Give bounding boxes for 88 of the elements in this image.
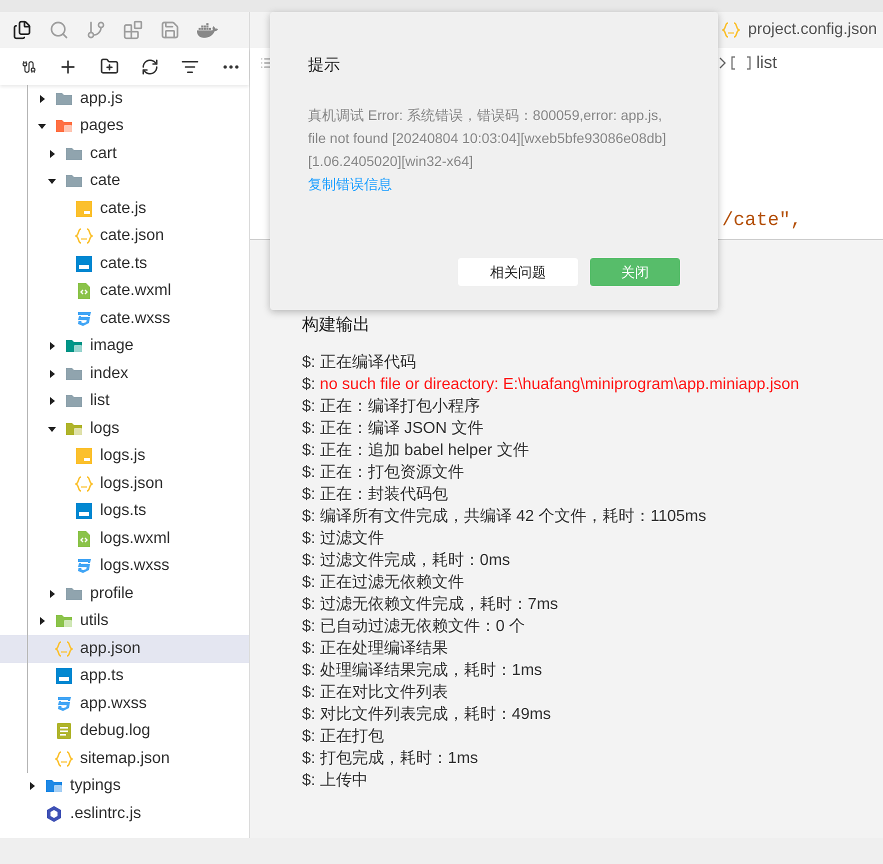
braces-icon	[75, 474, 93, 493]
js-file-icon	[75, 447, 93, 466]
file-tree-item[interactable]: image	[0, 332, 249, 360]
caret-down-icon	[48, 424, 56, 433]
file-tree-item[interactable]: logs.json	[0, 470, 249, 498]
log-line: $: 上传中	[302, 770, 369, 790]
breadcrumb-item[interactable]: list	[756, 50, 777, 76]
caret-right-icon	[48, 397, 56, 406]
caret-right-icon	[48, 370, 56, 378]
file-tree-item[interactable]: cate.wxml	[0, 278, 249, 305]
log-line: $: 打包完成，耗时：1ms	[302, 748, 480, 768]
log-line: $: 正在：追加 babel helper 文件	[302, 440, 530, 460]
log-line: $: 编译所有文件完成，共编译 42 个文件，耗时：1105ms	[302, 506, 708, 526]
caret-right-icon	[38, 94, 46, 103]
caret-right-icon	[38, 617, 46, 626]
log-line: $: 正在过滤无依赖文件	[302, 572, 465, 592]
file-tree-item[interactable]: utils	[0, 608, 249, 635]
related-issues-button[interactable]: 相关问题	[458, 258, 578, 286]
css-icon	[75, 310, 93, 328]
file-tree-item[interactable]: logs.wxss	[0, 552, 249, 580]
file-tree-item[interactable]: logs.js	[0, 442, 249, 470]
code-file-icon	[75, 530, 93, 548]
brackets-icon	[730, 55, 752, 71]
ts-file-icon	[75, 502, 93, 520]
editor-tab[interactable]: project.config.json	[718, 12, 883, 48]
chevron-icon	[719, 57, 726, 69]
cable-icon[interactable]	[22, 60, 36, 74]
file-tree-item[interactable]: index	[0, 360, 249, 388]
error-message: 真机调试 Error: 系统错误，错误码：800059,error: app.js, file not found [20240804 10:03:04][wxeb5bfe93086e08db] [1.06.2405020][win32-x64]	[308, 106, 668, 171]
log-line: $: 对比文件列表完成，耗时：49ms	[302, 704, 552, 724]
file-tree-item[interactable]: cate	[0, 168, 249, 195]
file-tree-item[interactable]: profile	[0, 580, 249, 608]
log-line: $: 已自动过滤无依赖文件：0 个	[302, 616, 526, 636]
file-tree-item[interactable]: app.json	[0, 635, 249, 662]
file-tree-item[interactable]: .eslintrc.js	[0, 800, 249, 828]
file-tree-item[interactable]: debug.log	[0, 718, 249, 745]
file-tree-item[interactable]: typings	[0, 772, 249, 800]
caret-down-icon	[48, 177, 56, 186]
file-tree-item[interactable]: sitemap.json	[0, 745, 249, 772]
file-tree-item[interactable]: logs	[0, 415, 249, 442]
braces-icon	[55, 750, 73, 768]
file-tree-item[interactable]: cate.ts	[0, 250, 249, 278]
ts-file-icon	[55, 667, 73, 686]
log-line: $: 正在：打包资源文件	[302, 462, 465, 482]
log-line: $: 正在：编译打包小程序	[302, 396, 481, 416]
log-file-icon	[55, 722, 73, 740]
file-tree-item[interactable]: cate.js	[0, 195, 249, 222]
file-tree-item[interactable]: pages	[0, 112, 249, 140]
caret-down-icon	[38, 122, 46, 130]
files-icon[interactable]	[12, 20, 32, 40]
file-tree-item[interactable]: list	[0, 388, 249, 415]
new-folder-icon[interactable]	[100, 57, 119, 76]
log-line: $: 正在编译代码	[302, 352, 417, 372]
log-line: $: no such file or direactory: E:\huafang\miniprogram\app.miniapp.json	[302, 374, 800, 394]
file-tree-item[interactable]: cate.json	[0, 222, 249, 250]
dialog-title: 提示	[308, 56, 341, 76]
panel-title: 构建输出	[302, 314, 371, 336]
braces-icon	[75, 227, 93, 246]
file-tree-item[interactable]: app.js	[0, 85, 249, 112]
file-tree-item[interactable]: cate.wxss	[0, 305, 249, 332]
log-line: $: 处理编译结果完成，耗时：1ms	[302, 660, 544, 680]
refresh-icon[interactable]	[141, 58, 159, 76]
file-tree-item[interactable]: app.ts	[0, 662, 249, 690]
file-tree-item[interactable]: cart	[0, 140, 249, 168]
log-line: $: 正在处理编译结果	[302, 638, 449, 658]
log-line: $: 正在：封装代码包	[302, 484, 449, 504]
log-line: $: 正在对比文件列表	[302, 682, 449, 702]
braces-icon	[55, 640, 73, 658]
code-line: /cate",	[722, 208, 802, 232]
caret-right-icon	[48, 342, 56, 350]
hexagon-icon	[45, 804, 63, 823]
file-tree-item[interactable]: app.wxss	[0, 690, 249, 718]
caret-right-icon	[48, 590, 56, 598]
file-tree-item[interactable]: logs.ts	[0, 498, 249, 525]
ts-file-icon	[75, 254, 93, 273]
css-icon	[75, 557, 93, 576]
js-file-icon	[75, 200, 93, 218]
log-line: $: 过滤无依赖文件完成，耗时：7ms	[302, 594, 560, 614]
log-line: $: 过滤文件完成，耗时：0ms	[302, 550, 512, 570]
log-line: $: 正在打包	[302, 726, 385, 746]
log-line: $: 过滤文件	[302, 528, 385, 548]
caret-right-icon	[28, 782, 36, 790]
braces-icon	[722, 21, 740, 39]
caret-right-icon	[48, 150, 56, 158]
file-tree-item[interactable]: logs.wxml	[0, 525, 249, 552]
code-file-icon	[75, 282, 93, 300]
log-line: $: 正在：编译 JSON 文件	[302, 418, 484, 438]
css-icon	[55, 694, 73, 713]
